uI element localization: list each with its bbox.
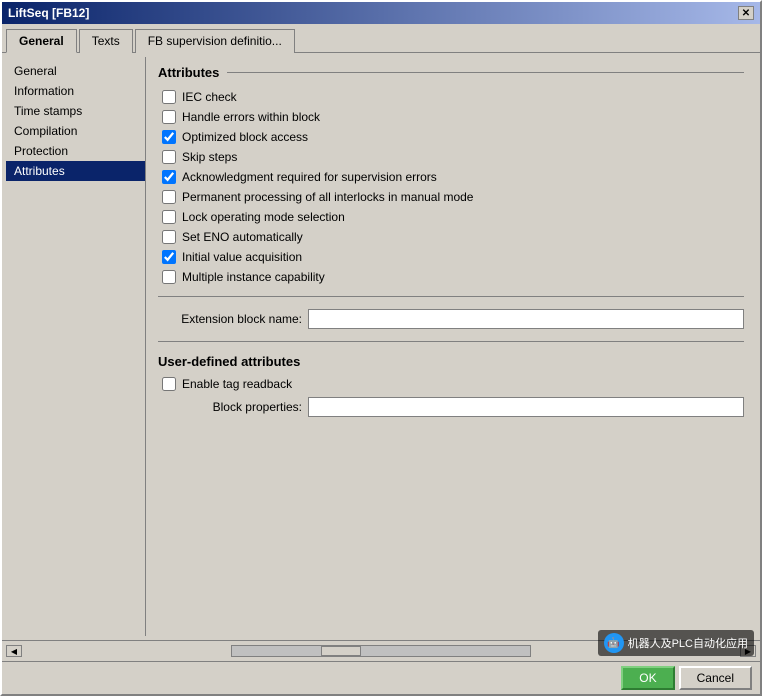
attributes-section-title: Attributes	[158, 65, 744, 80]
tab-fb-supervision[interactable]: FB supervision definitio...	[135, 29, 295, 53]
close-button[interactable]: ✕	[738, 6, 754, 20]
sidebar-item-protection[interactable]: Protection	[6, 141, 145, 161]
acknowledgment-checkbox[interactable]	[162, 170, 176, 184]
divider-2	[158, 341, 744, 342]
watermark: 🤖 机器人及PLC自动化应用	[598, 630, 754, 656]
lock-operating-label: Lock operating mode selection	[182, 210, 345, 224]
iec-check-label: IEC check	[182, 90, 237, 104]
scroll-track	[231, 645, 531, 657]
cancel-button[interactable]: Cancel	[679, 666, 752, 690]
block-properties-input[interactable]	[308, 397, 744, 417]
enable-tag-checkbox[interactable]	[162, 377, 176, 391]
sidebar-item-time-stamps[interactable]: Time stamps	[6, 101, 145, 121]
checkbox-row-set-eno: Set ENO automatically	[158, 230, 744, 244]
watermark-text: 机器人及PLC自动化应用	[628, 635, 748, 651]
optimized-block-label: Optimized block access	[182, 130, 308, 144]
lock-operating-checkbox[interactable]	[162, 210, 176, 224]
checkbox-row-acknowledgment: Acknowledgment required for supervision …	[158, 170, 744, 184]
checkbox-row-permanent-processing: Permanent processing of all interlocks i…	[158, 190, 744, 204]
content-panel: Attributes IEC check Handle errors withi…	[146, 57, 756, 636]
optimized-block-checkbox[interactable]	[162, 130, 176, 144]
checkbox-row-iec-check: IEC check	[158, 90, 744, 104]
checkbox-row-enable-tag: Enable tag readback	[158, 377, 744, 391]
main-content: General Information Time stamps Compilat…	[2, 53, 760, 640]
user-defined-title: User-defined attributes	[158, 354, 744, 369]
action-bar: 🤖 机器人及PLC自动化应用 OK Cancel	[2, 661, 760, 694]
initial-value-label: Initial value acquisition	[182, 250, 302, 264]
main-window: LiftSeq [FB12] ✕ General Texts FB superv…	[0, 0, 762, 696]
sidebar-item-information[interactable]: Information	[6, 81, 145, 101]
ok-button[interactable]: OK	[621, 666, 674, 690]
title-bar: LiftSeq [FB12] ✕	[2, 2, 760, 24]
checkbox-row-skip-steps: Skip steps	[158, 150, 744, 164]
acknowledgment-label: Acknowledgment required for supervision …	[182, 170, 437, 184]
extension-block-label: Extension block name:	[162, 312, 302, 326]
extension-block-row: Extension block name:	[158, 309, 744, 329]
sidebar-item-general[interactable]: General	[6, 61, 145, 81]
checkbox-row-handle-errors: Handle errors within block	[158, 110, 744, 124]
extension-block-input[interactable]	[308, 309, 744, 329]
right-panel: Attributes IEC check Handle errors withi…	[146, 57, 756, 636]
checkbox-row-multiple-instance: Multiple instance capability	[158, 270, 744, 284]
skip-steps-checkbox[interactable]	[162, 150, 176, 164]
enable-tag-label: Enable tag readback	[182, 377, 292, 391]
handle-errors-label: Handle errors within block	[182, 110, 320, 124]
set-eno-label: Set ENO automatically	[182, 230, 303, 244]
handle-errors-checkbox[interactable]	[162, 110, 176, 124]
checkbox-row-lock-operating: Lock operating mode selection	[158, 210, 744, 224]
watermark-icon: 🤖	[604, 633, 624, 653]
window-title: LiftSeq [FB12]	[8, 6, 89, 20]
multiple-instance-checkbox[interactable]	[162, 270, 176, 284]
tab-bar: General Texts FB supervision definitio..…	[2, 24, 760, 53]
tab-general[interactable]: General	[6, 29, 77, 53]
sidebar-item-compilation[interactable]: Compilation	[6, 121, 145, 141]
block-properties-label: Block properties:	[162, 400, 302, 414]
tab-texts[interactable]: Texts	[79, 29, 133, 53]
sidebar: General Information Time stamps Compilat…	[6, 57, 146, 636]
set-eno-checkbox[interactable]	[162, 230, 176, 244]
iec-check-checkbox[interactable]	[162, 90, 176, 104]
permanent-processing-checkbox[interactable]	[162, 190, 176, 204]
block-properties-row: Block properties:	[158, 397, 744, 417]
multiple-instance-label: Multiple instance capability	[182, 270, 325, 284]
skip-steps-label: Skip steps	[182, 150, 237, 164]
checkbox-row-optimized-block: Optimized block access	[158, 130, 744, 144]
scroll-left-button[interactable]: ◀	[6, 645, 22, 657]
sidebar-item-attributes[interactable]: Attributes	[6, 161, 145, 181]
permanent-processing-label: Permanent processing of all interlocks i…	[182, 190, 473, 204]
checkbox-row-initial-value: Initial value acquisition	[158, 250, 744, 264]
scroll-thumb[interactable]	[321, 646, 361, 656]
initial-value-checkbox[interactable]	[162, 250, 176, 264]
divider-1	[158, 296, 744, 297]
